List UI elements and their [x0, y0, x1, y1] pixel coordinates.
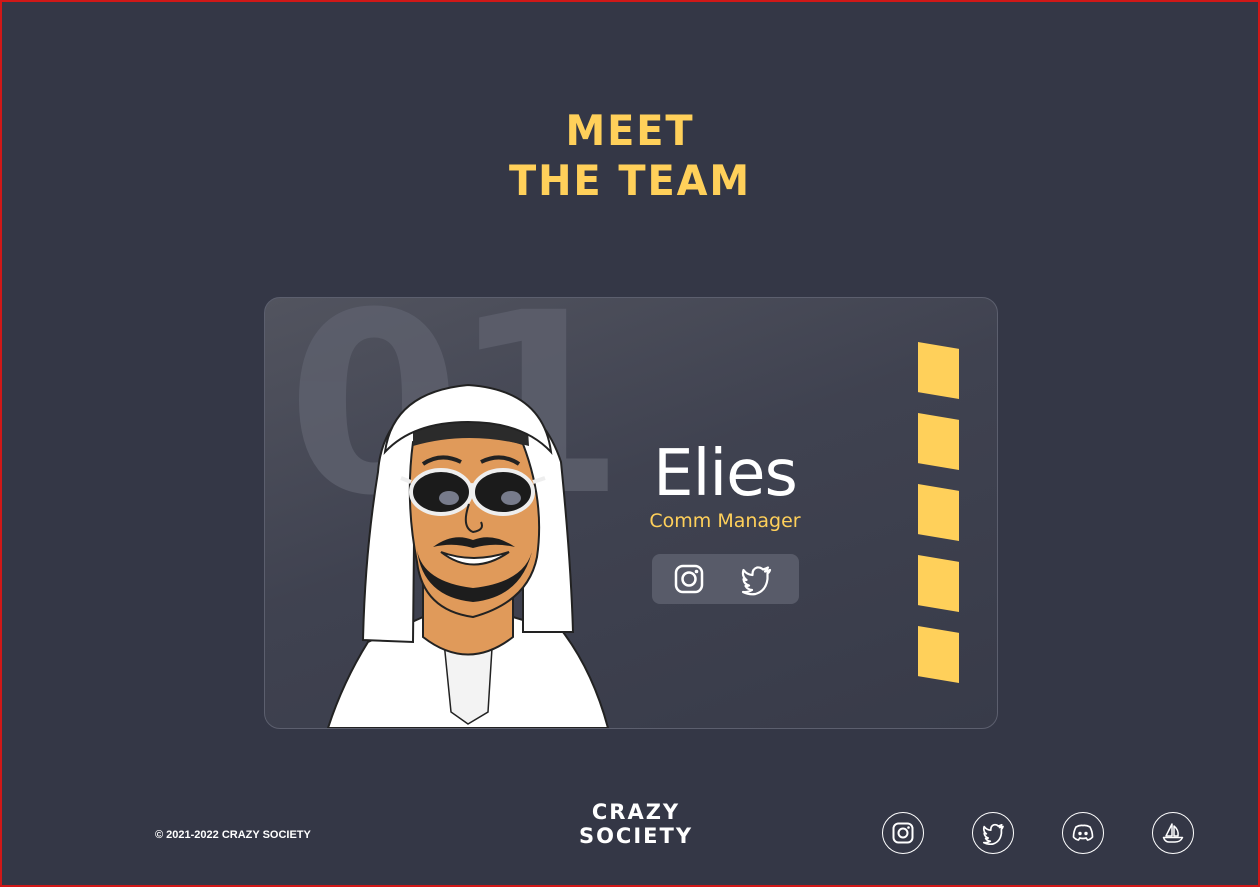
team-member-card: 01 Elies Comm Manager — [264, 297, 998, 729]
footer-instagram-icon[interactable] — [882, 812, 924, 854]
footer-opensea-icon[interactable] — [1152, 812, 1194, 854]
stripe — [918, 484, 959, 541]
stripe — [918, 626, 959, 683]
instagram-icon[interactable] — [672, 562, 706, 596]
footer-logo-line1: CRAZY — [591, 800, 681, 824]
member-social-links — [652, 554, 799, 604]
page-title-line2: THE TEAM — [508, 156, 752, 205]
footer-logo-line2: SOCIETY — [578, 824, 694, 848]
footer-twitter-icon[interactable] — [972, 812, 1014, 854]
page-title: MEET THE TEAM — [33, 106, 1226, 206]
footer-discord-icon[interactable] — [1062, 812, 1104, 854]
twitter-icon[interactable] — [740, 562, 774, 596]
member-role: Comm Manager — [649, 510, 801, 532]
footer-logo[interactable]: CRAZY SOCIETY — [578, 800, 694, 848]
member-name: Elies — [653, 437, 798, 511]
stripe — [918, 555, 959, 612]
page-title-line1: MEET — [565, 106, 695, 155]
stripe — [918, 342, 959, 399]
stripe — [918, 413, 959, 470]
footer-copyright: © 2021-2022 CRAZY SOCIETY — [155, 829, 311, 841]
member-avatar — [326, 383, 610, 728]
